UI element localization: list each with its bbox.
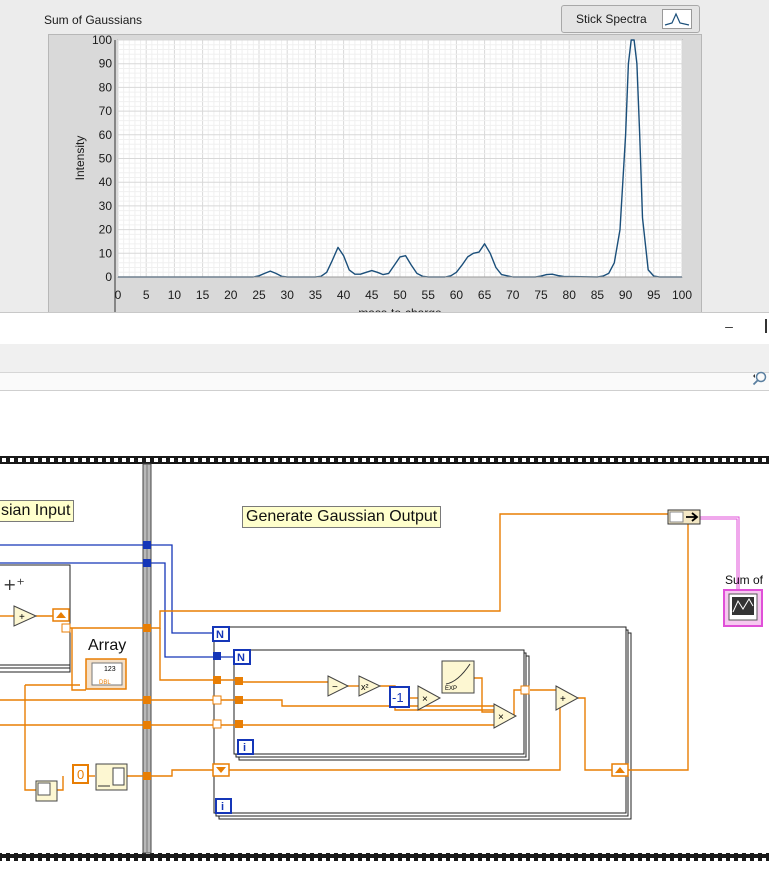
- y-tick-label: 60: [99, 128, 113, 142]
- inner-for-loop: [233, 649, 530, 761]
- x-tick-label: 25: [252, 288, 266, 302]
- x-tick-label: 60: [450, 288, 464, 302]
- x-tick-label: 100: [672, 288, 692, 302]
- outer-iteration-terminal: i: [215, 798, 232, 814]
- minimize-button[interactable]: –: [722, 317, 736, 335]
- x-tick-label: 10: [168, 288, 182, 302]
- svg-text:×: ×: [422, 694, 428, 705]
- tunnel-blue-1: [143, 541, 151, 549]
- x-tick-label: 20: [224, 288, 238, 302]
- x-tick-label: 65: [478, 288, 492, 302]
- y-tick-label: 20: [99, 223, 113, 237]
- array-size-node: [35, 780, 58, 802]
- exp-node: EXP: [441, 660, 475, 694]
- search-icon[interactable]: [752, 370, 768, 386]
- x-tick-label: 95: [647, 288, 661, 302]
- x-tick-label: 85: [591, 288, 605, 302]
- gaussian-input-label: sian Input: [0, 500, 75, 522]
- shift-register-right: [611, 763, 629, 777]
- svg-text:N: N: [237, 652, 245, 664]
- y-tick-label: 80: [99, 80, 113, 94]
- x-tick-label: 90: [619, 288, 633, 302]
- grid-lines: [117, 39, 683, 278]
- svg-text:+: +: [560, 694, 566, 705]
- generate-output-label: Generate Gaussian Output: [242, 506, 442, 528]
- initialize-array-node: [95, 763, 128, 791]
- sequence-frame-bottom-border: [0, 853, 769, 861]
- svg-text:−: −: [332, 682, 338, 693]
- svg-text:EXP: EXP: [445, 686, 457, 692]
- svg-text:x²: x²: [361, 682, 369, 692]
- graph-terminal-label: Sum of: [725, 573, 764, 587]
- x-tick-label: 15: [196, 288, 210, 302]
- y-tick-label: 0: [105, 270, 112, 284]
- y-tick-label: 30: [99, 199, 113, 213]
- shift-register-left: [212, 763, 230, 777]
- array-num-label: 123: [104, 666, 116, 673]
- tunnel-blue-2: [143, 559, 151, 567]
- graph-terminal: [723, 589, 763, 627]
- inner-iteration-terminal: i: [237, 739, 254, 755]
- x-tick-label: 55: [422, 288, 436, 302]
- x-tick-label: 0: [115, 288, 122, 302]
- bundle-node: [667, 509, 701, 525]
- array-label: Array: [88, 637, 127, 654]
- y-tick-label: 90: [99, 57, 113, 71]
- y-tick-label: 10: [99, 246, 113, 260]
- y-tick-label: 50: [99, 152, 113, 166]
- y-tick-label: 40: [99, 175, 113, 189]
- zero-constant-value: 0: [77, 767, 84, 782]
- outer-count-terminal: N: [212, 626, 230, 642]
- outer-count-tunnel: [213, 652, 221, 660]
- shift-register-left-loop: [52, 608, 70, 622]
- x-tick-label: 50: [393, 288, 407, 302]
- y-axis-title: Intensity: [73, 136, 87, 181]
- window-edge-control[interactable]: [765, 319, 767, 333]
- x-tick-label: 40: [337, 288, 351, 302]
- x-tick-label: 30: [281, 288, 295, 302]
- svg-text:×: ×: [498, 712, 504, 723]
- neg-one-constant-value: -1: [392, 690, 404, 705]
- y-tick-label: 70: [99, 104, 113, 118]
- sequence-frame-top-border: [0, 456, 769, 464]
- array-indicator: 123 DBL: [85, 658, 127, 690]
- svg-text:N: N: [216, 629, 224, 641]
- svg-text:i: i: [243, 742, 246, 754]
- x-tick-label: 5: [143, 288, 150, 302]
- svg-text:+⁺: +⁺: [3, 575, 25, 594]
- x-tick-label: 80: [563, 288, 577, 302]
- array-type-label: DBL: [99, 680, 111, 686]
- y-tick-label: 100: [92, 33, 112, 47]
- waveform-graph[interactable]: 0 5 10 15 20 25 30 35 40 45 50 55 60 65 70 75 80 85 90 95 10…: [0, 0, 769, 312]
- toolbar: [0, 344, 769, 373]
- x-tick-label: 70: [506, 288, 520, 302]
- x-tick-label: 45: [365, 288, 379, 302]
- svg-text:+: +: [19, 612, 25, 623]
- svg-text:i: i: [221, 801, 224, 813]
- inner-count-terminal: N: [233, 649, 251, 665]
- front-panel: Sum of Gaussians Stick Spectra 0 5 10 15 20 2…: [0, 0, 769, 324]
- x-tick-label: 35: [309, 288, 323, 302]
- toolbar-strip: [0, 373, 769, 391]
- x-tick-label: 75: [534, 288, 548, 302]
